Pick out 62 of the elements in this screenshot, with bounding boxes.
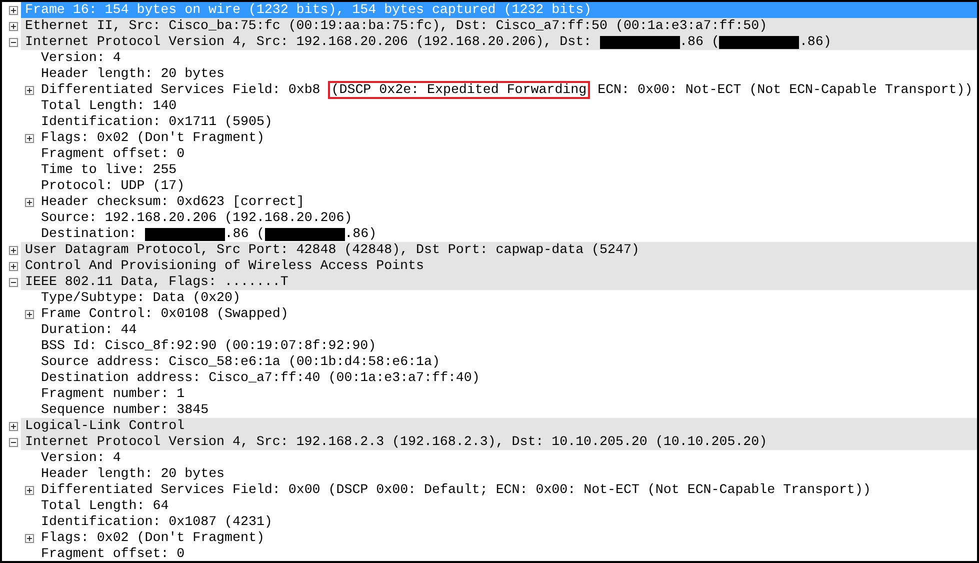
expand-toggle[interactable] [24,486,34,494]
row-text: Fragment offset: 0 [41,546,185,561]
row-text: User Datagram Protocol, Src Port: 42848 (42848), Dst Port: capwap-data (5247) [25,242,640,258]
row-text: .86) [799,34,832,50]
row-text: Logical-Link Control [25,418,185,434]
row-text: Total Length: 64 [41,498,169,514]
row-text: BSS Id: Cisco_8f:92:90 (00:19:07:8f:92:90) [41,338,376,354]
row-text: Fragment offset: 0 [41,146,185,162]
row-text: Control And Provisioning of Wireless Access Points [25,258,424,274]
tree-row[interactable]: Control And Provisioning of Wireless Access Points [21,258,977,274]
row-text: .86 ( [680,34,720,50]
row-text: .86) [344,226,377,242]
row-text: Differentiated Services Field: 0x00 (DSCP 0x00: Default; ECN: 0x00: Not-ECT (Not ECN-Capable Transport)) [41,482,871,498]
tree-row[interactable]: IEEE 802.11 Data, Flags: .......T [21,274,977,290]
row-text: Flags: 0x02 (Don't Fragment) [41,530,264,546]
row-text: Destination address: Cisco_a7:ff:40 (00:1a:e3:a7:ff:40) [41,370,480,386]
row-text: Source address: Cisco_58:e6:1a (00:1b:d4:58:e6:1a) [41,354,440,370]
row-text: Header length: 20 bytes [41,466,225,482]
row-text: IEEE 802.11 Data, Flags: .......T [25,274,288,290]
expand-toggle[interactable] [8,246,18,254]
row-text: Type/Subtype: Data (0x20) [41,290,240,306]
row-text: Differentiated Services Field: 0xb8 [41,82,322,98]
collapse-toggle[interactable] [8,278,18,286]
expand-toggle[interactable] [24,534,34,542]
row-text: Frame 16: 154 bytes on wire (1232 bits), 154 bytes captured (1232 bits) [25,2,592,18]
row-text: Version: 4 [41,50,121,66]
row-text: Source: 192.168.20.206 (192.168.20.206) [41,210,352,226]
row-text: Ethernet II, Src: Cisco_ba:75:fc (00:19:aa:ba:75:fc), Dst: Cisco_a7:ff:50 (00:1a:e3:a7:ff:50) [25,18,768,34]
row-text: ECN: 0x00: Not-ECT (Not ECN-Capable Transport)) [596,82,973,98]
row-text: Flags: 0x02 (Don't Fragment) [41,130,264,146]
collapse-toggle[interactable] [8,438,18,446]
row-text: Header checksum: 0xd623 [correct] [41,194,304,210]
row-text: Duration: 44 [41,322,137,338]
expand-toggle[interactable] [24,134,34,142]
tree-row[interactable]: Internet Protocol Version 4, Src: 192.168.20.206 (192.168.20.206), Dst: .86 ( .86) [21,34,977,50]
expand-toggle[interactable] [24,198,34,206]
expand-toggle[interactable] [8,422,18,430]
row-text: .86 ( [224,226,265,242]
row-text: Protocol: UDP (17) [41,178,185,194]
row-text: Version: 4 [41,450,121,466]
expand-toggle[interactable] [8,262,18,270]
row-text: Header length: 20 bytes [41,66,225,82]
row-text: Frame Control: 0x0108 (Swapped) [41,306,288,322]
tree-row[interactable]: Ethernet II, Src: Cisco_ba:75:fc (00:19:aa:ba:75:fc), Dst: Cisco_a7:ff:50 (00:1a:e3:a7:ff:50) [21,18,977,34]
tree-row[interactable]: Internet Protocol Version 4, Src: 192.168.2.3 (192.168.2.3), Dst: 10.10.205.20 (10.10.205.20) [21,434,977,450]
expand-toggle[interactable] [8,6,18,14]
expand-toggle[interactable] [24,310,34,318]
highlighted-text: (DSCP 0x2e: Expedited Forwarding [328,81,590,99]
expand-toggle[interactable] [8,22,18,30]
row-text: Identification: 0x1087 (4231) [41,514,272,530]
row-text: Sequence number: 3845 [41,402,209,418]
row-text: Destination: [41,226,138,242]
row-text: Internet Protocol Version 4, Src: 192.168.20.206 (192.168.20.206), Dst: [25,34,593,50]
tree-row[interactable]: Logical-Link Control [21,418,977,434]
collapse-toggle[interactable] [8,38,18,46]
row-text: Identification: 0x1711 (5905) [41,114,272,130]
row-text: Total Length: 140 [41,98,177,114]
expand-toggle[interactable] [24,86,34,94]
row-text: Fragment number: 1 [41,386,185,402]
row-text: Internet Protocol Version 4, Src: 192.168.2.3 (192.168.2.3), Dst: 10.10.205.20 (10.10.205.20) [25,434,768,450]
tree-row[interactable]: User Datagram Protocol, Src Port: 42848 (42848), Dst Port: capwap-data (5247) [21,242,977,258]
row-text: Time to live: 255 [41,162,177,178]
